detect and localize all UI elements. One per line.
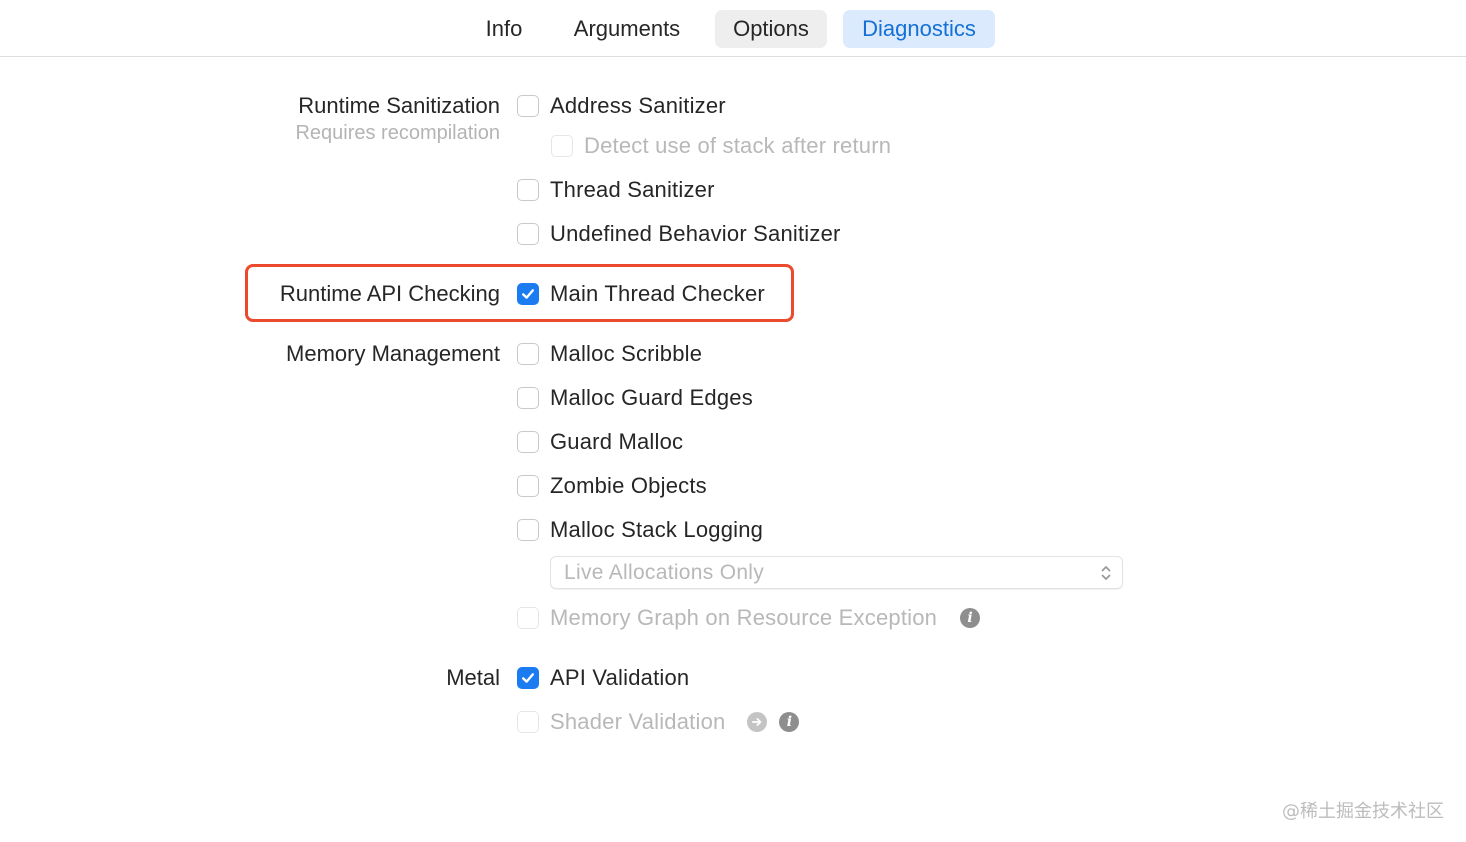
shader-validation-label: Shader Validation (550, 709, 726, 734)
section-note-requires-recompilation: Requires recompilation (295, 122, 500, 144)
api-validation-checkbox[interactable] (517, 667, 539, 689)
main-thread-checker-row[interactable]: Main Thread Checker (517, 279, 765, 309)
checkmark-icon (522, 673, 534, 683)
section-label-memory-management: Memory Management (286, 341, 500, 366)
stack-logging-mode-value: Live Allocations Only (564, 560, 765, 584)
detect-stack-after-return-label: Detect use of stack after return (584, 133, 892, 158)
shader-validation-checkbox (517, 711, 539, 733)
shader-validation-row: Shader Validation i (517, 707, 800, 737)
main-thread-checker-checkbox[interactable] (517, 283, 539, 305)
main-thread-checker-label: Main Thread Checker (550, 281, 765, 306)
address-sanitizer-row[interactable]: Address Sanitizer (517, 91, 726, 121)
address-sanitizer-label: Address Sanitizer (550, 93, 726, 118)
checkmark-icon (522, 289, 534, 299)
detect-stack-after-return-checkbox (551, 135, 573, 157)
malloc-stack-logging-label: Malloc Stack Logging (550, 517, 764, 542)
malloc-scribble-row[interactable]: Malloc Scribble (517, 339, 702, 369)
info-icon[interactable]: i (779, 712, 800, 732)
section-label-runtime-sanitization: Runtime Sanitization (298, 93, 500, 118)
detect-stack-after-return-row: Detect use of stack after return (551, 131, 891, 161)
malloc-guard-edges-checkbox[interactable] (517, 387, 539, 409)
watermark: @稀土掘金技术社区 (1282, 801, 1444, 822)
tab-bar: Info Arguments Options Diagnostics (0, 0, 1466, 57)
memory-graph-row: Memory Graph on Resource Exception i (517, 603, 981, 633)
zombie-objects-checkbox[interactable] (517, 475, 539, 497)
undefined-behavior-sanitizer-checkbox[interactable] (517, 223, 539, 245)
zombie-objects-row[interactable]: Zombie Objects (517, 471, 707, 501)
info-icon[interactable]: i (960, 608, 981, 628)
malloc-scribble-label: Malloc Scribble (550, 341, 703, 366)
malloc-scribble-checkbox[interactable] (517, 343, 539, 365)
zombie-objects-label: Zombie Objects (550, 473, 707, 498)
malloc-guard-edges-label: Malloc Guard Edges (550, 385, 753, 410)
thread-sanitizer-checkbox[interactable] (517, 179, 539, 201)
tab-options[interactable]: Options (715, 10, 827, 48)
guard-malloc-row[interactable]: Guard Malloc (517, 427, 683, 457)
thread-sanitizer-row[interactable]: Thread Sanitizer (517, 175, 715, 205)
tab-diagnostics[interactable]: Diagnostics (843, 10, 995, 48)
thread-sanitizer-label: Thread Sanitizer (550, 177, 715, 202)
address-sanitizer-checkbox[interactable] (517, 95, 539, 117)
guard-malloc-checkbox[interactable] (517, 431, 539, 453)
undefined-behavior-sanitizer-row[interactable]: Undefined Behavior Sanitizer (517, 219, 841, 249)
up-down-chevron-icon (1101, 566, 1111, 580)
tab-arguments[interactable]: Arguments (558, 10, 696, 48)
malloc-guard-edges-row[interactable]: Malloc Guard Edges (517, 383, 753, 413)
api-validation-row[interactable]: API Validation (517, 663, 689, 693)
memory-graph-checkbox (517, 607, 539, 629)
undefined-behavior-sanitizer-label: Undefined Behavior Sanitizer (550, 221, 841, 246)
stack-logging-mode-select: Live Allocations Only (550, 556, 1123, 589)
memory-graph-label: Memory Graph on Resource Exception (550, 605, 938, 630)
malloc-stack-logging-row[interactable]: Malloc Stack Logging (517, 515, 763, 545)
section-label-runtime-api-checking: Runtime API Checking (279, 281, 500, 306)
api-validation-label: API Validation (550, 665, 690, 690)
tab-info[interactable]: Info (470, 10, 538, 48)
arrow-right-icon[interactable] (747, 712, 768, 732)
section-label-metal: Metal (446, 665, 500, 690)
malloc-stack-logging-checkbox[interactable] (517, 519, 539, 541)
guard-malloc-label: Guard Malloc (550, 429, 684, 454)
